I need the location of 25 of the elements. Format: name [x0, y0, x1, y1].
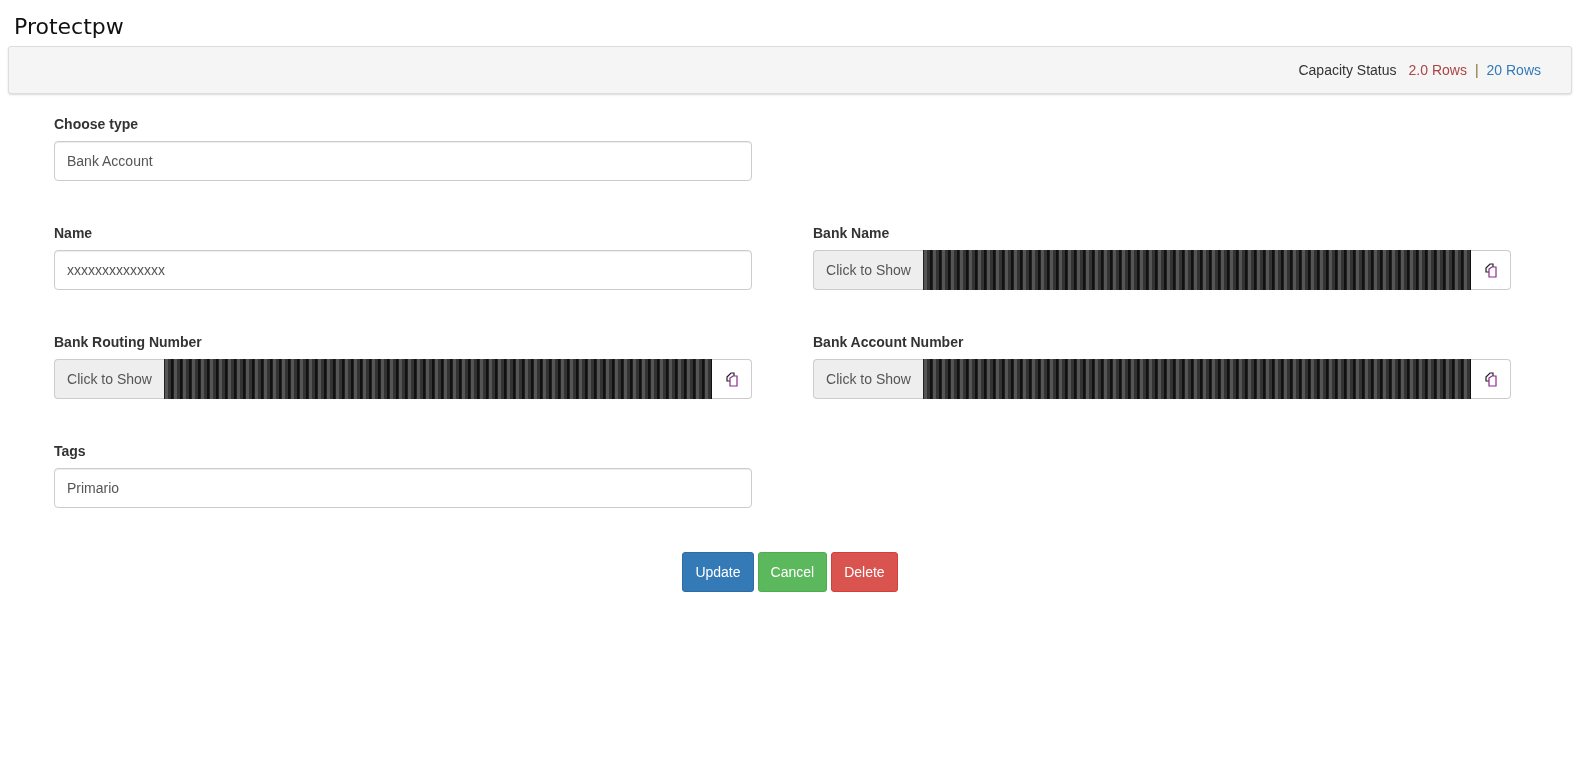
copy-button[interactable]: [712, 359, 752, 399]
click-to-show-button[interactable]: Click to Show: [54, 359, 164, 399]
separator: |: [1474, 62, 1479, 78]
input-field[interactable]: Bank Account: [54, 141, 752, 181]
input-field[interactable]: Primario: [54, 468, 752, 508]
copy-icon: [724, 371, 739, 387]
field-label: Name: [54, 225, 94, 241]
click-to-show-button[interactable]: Click to Show: [813, 359, 923, 399]
capacity-label: Capacity Status: [1298, 62, 1397, 78]
copy-icon: [1483, 262, 1498, 278]
click-to-show-button[interactable]: Click to Show: [813, 250, 923, 290]
input-field[interactable]: xxxxxxxxxxxxxx: [54, 250, 752, 290]
copy-icon: [1483, 371, 1498, 387]
used-rows: 2.0 Rows: [1408, 62, 1467, 78]
field-label: Choose type: [54, 116, 139, 132]
field-label: Bank Routing Number: [54, 334, 203, 350]
field-label: Bank Name: [813, 225, 891, 241]
field-label: Bank Account Number: [813, 334, 965, 350]
total-rows: 20 Rows: [1486, 62, 1541, 78]
copy-button[interactable]: [1471, 359, 1511, 399]
action-button[interactable]: Delete: [831, 552, 898, 592]
field-label: Tags: [54, 443, 87, 459]
app-title: Protectpw: [13, 13, 125, 41]
action-button[interactable]: Update: [682, 552, 754, 592]
copy-button[interactable]: [1471, 250, 1511, 290]
